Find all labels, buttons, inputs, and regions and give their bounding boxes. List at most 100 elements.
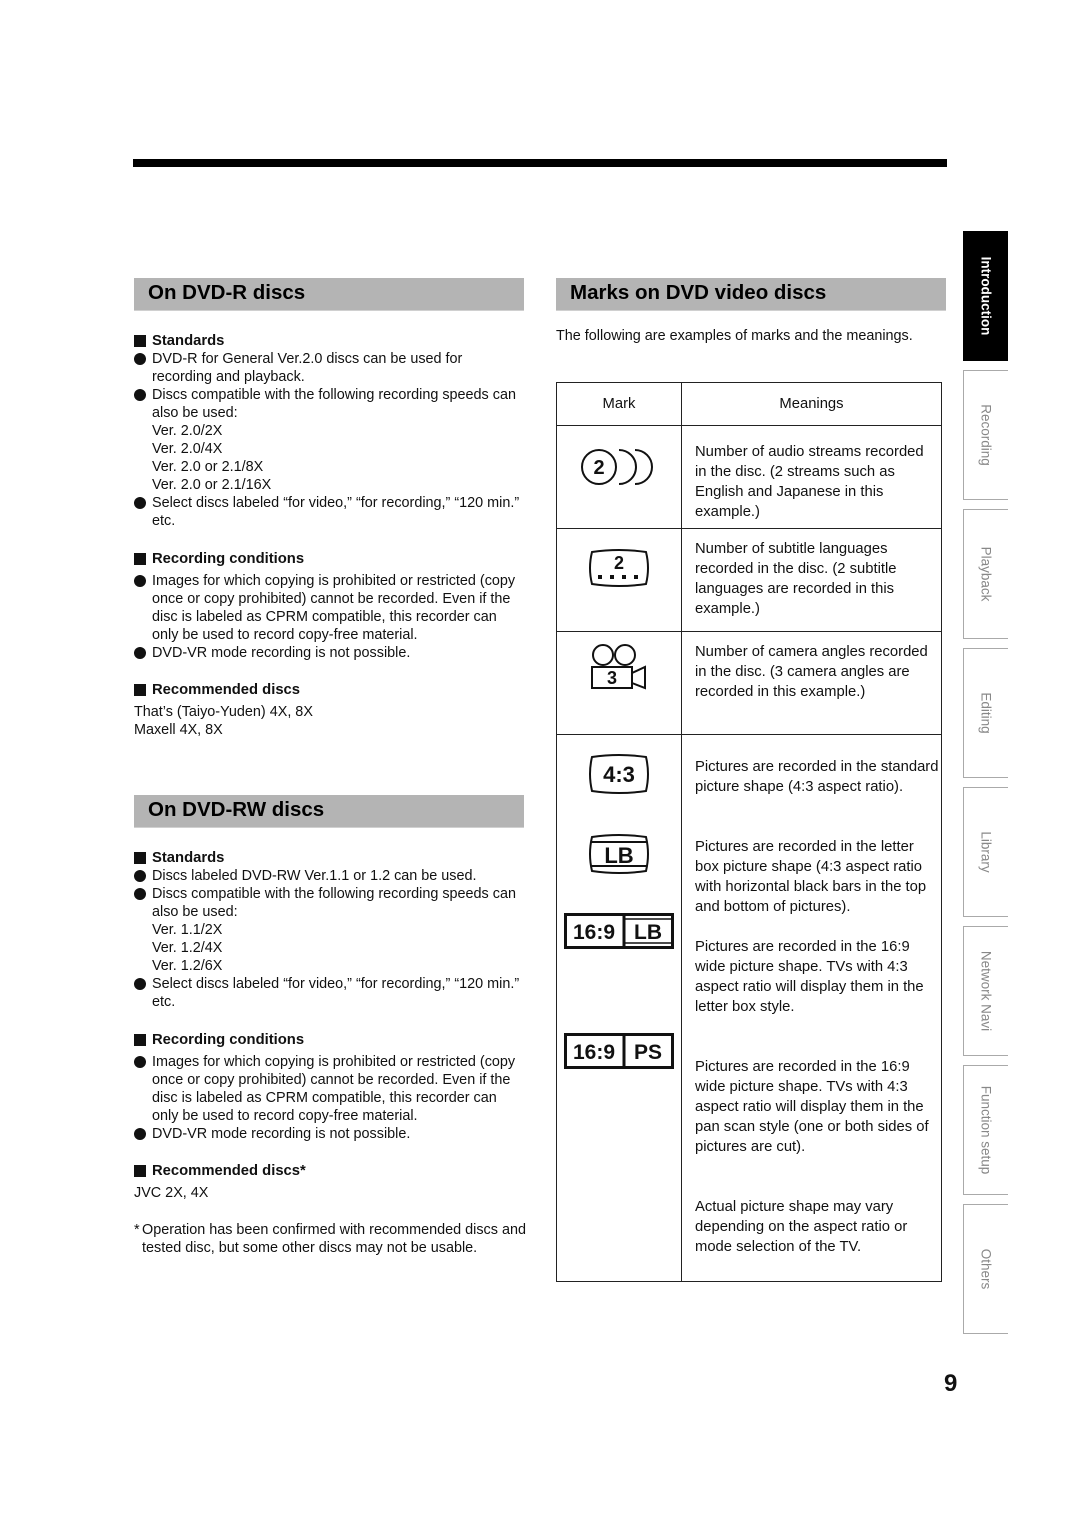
- letterbox-label: LB: [604, 843, 633, 868]
- dvdr-conditions-heading: Recording conditions: [134, 550, 526, 568]
- tab-network-navi[interactable]: Network Navi: [963, 926, 1008, 1056]
- meaning-note: Actual picture shape may vary depending …: [695, 1199, 908, 1255]
- list-item: Images for which copying is prohibited o…: [134, 572, 526, 644]
- table-row: 2 Number of audio streams recorded in th…: [556, 425, 942, 529]
- list-item: DVD-R for General Ver.2.0 discs can be u…: [134, 350, 526, 386]
- dvdrw-conditions-heading: Recording conditions: [134, 1031, 526, 1049]
- speed-item: Ver. 2.0/4X: [152, 441, 223, 457]
- meaning-16-9-lb: Pictures are recorded in the 16:9 wide p…: [695, 939, 924, 1015]
- subtitle-languages-icon: 2: [589, 549, 649, 587]
- speed-item: Ver. 1.2/4X: [152, 940, 223, 956]
- dvdrw-content: Standards Discs labeled DVD-RW Ver.1.1 o…: [134, 849, 526, 1257]
- table-row: 3 Number of camera angles recorded in th…: [556, 631, 942, 735]
- square-bullet-icon: [134, 852, 146, 864]
- dvdr-recommended-heading: Recommended discs: [134, 681, 526, 699]
- table-header-row: Mark Meanings: [556, 382, 942, 426]
- tab-others[interactable]: Others: [963, 1204, 1008, 1334]
- camera-angles-icon: 3: [591, 644, 646, 690]
- list-item: DVD-VR mode recording is not possible.: [134, 644, 526, 662]
- wide-16-9-ps-icon: 16:9 PS: [564, 1033, 674, 1069]
- square-bullet-icon: [134, 1034, 146, 1046]
- wide-lb-label: LB: [634, 921, 662, 944]
- dvdr-content: Standards DVD-R for General Ver.2.0 disc…: [134, 332, 526, 739]
- marks-title: Marks on DVD video discs: [570, 281, 827, 304]
- dvdr-section-header: On DVD-R discs: [134, 278, 524, 311]
- dvdrw-standards-heading: Standards: [134, 849, 526, 867]
- square-bullet-icon: [134, 335, 146, 347]
- camera-angle-count: 3: [607, 668, 617, 688]
- speed-item: Ver. 1.2/6X: [152, 958, 223, 974]
- dvdrw-section-header: On DVD-RW discs: [134, 795, 524, 828]
- table-row-aspect: 4:3 LB 16:9 LB 16:9 PS Pictures are reco…: [556, 734, 942, 1282]
- wide-ps-label: PS: [634, 1041, 662, 1064]
- subtitle-count: 2: [614, 553, 624, 573]
- square-bullet-icon: [134, 1165, 146, 1177]
- bullet-icon: [134, 353, 146, 365]
- header-mark: Mark: [556, 382, 682, 426]
- speed-item: Ver. 2.0 or 2.1/8X: [152, 459, 264, 475]
- tab-function-setup[interactable]: Function setup: [963, 1065, 1008, 1195]
- marks-intro: The following are examples of marks and …: [556, 328, 913, 344]
- meaning-4-3: Pictures are recorded in the standard pi…: [695, 759, 939, 795]
- footnote-text: Operation has been confirmed with recomm…: [142, 1222, 526, 1256]
- square-bullet-icon: [134, 684, 146, 696]
- tab-editing[interactable]: Editing: [963, 648, 1008, 778]
- mark-cell: 3: [556, 631, 682, 735]
- bullet-icon: [134, 1128, 146, 1140]
- footnote-mark: *: [134, 1222, 140, 1238]
- meaning-16-9-ps: Pictures are recorded in the 16:9 wide p…: [695, 1059, 929, 1155]
- dvdrw-title: On DVD-RW discs: [148, 798, 325, 821]
- letterbox-icon: LB: [589, 834, 649, 874]
- bullet-icon: [134, 647, 146, 659]
- meaning-cell: Pictures are recorded in the standard pi…: [681, 734, 942, 1282]
- audio-streams-count: 2: [593, 457, 604, 479]
- list-item: Images for which copying is prohibited o…: [134, 1053, 526, 1125]
- aspect-4-3-icon: 4:3: [589, 754, 649, 794]
- bullet-icon: [134, 888, 146, 900]
- meaning-cell: Number of audio streams recorded in the …: [681, 425, 942, 529]
- bullet-icon: [134, 1056, 146, 1068]
- dvdrw-recommended-heading: Recommended discs*: [134, 1162, 526, 1180]
- list-item: Select discs labeled “for video,” “for r…: [134, 975, 526, 1011]
- tab-recording[interactable]: Recording: [963, 370, 1008, 500]
- meaning-cell: Number of camera angles recorded in the …: [681, 631, 942, 735]
- marks-table: Mark Meanings 2 Number of audio streams …: [556, 382, 942, 1282]
- list-item: Discs compatible with the following reco…: [134, 386, 526, 422]
- meaning-letterbox: Pictures are recorded in the letter box …: [695, 839, 927, 915]
- mark-cell: 2: [556, 425, 682, 529]
- bullet-icon: [134, 870, 146, 882]
- list-item: Discs labeled DVD-RW Ver.1.1 or 1.2 can …: [134, 867, 526, 885]
- speed-item: Ver. 2.0 or 2.1/16X: [152, 477, 272, 493]
- mark-cell: 4:3 LB 16:9 LB 16:9 PS: [556, 734, 682, 1282]
- dvdr-standards-heading: Standards: [134, 332, 526, 350]
- dvdr-title: On DVD-R discs: [148, 281, 306, 304]
- bullet-icon: [134, 978, 146, 990]
- bullet-icon: [134, 389, 146, 401]
- table-row: 2 Number of subtitle languages recorded …: [556, 528, 942, 632]
- bullet-icon: [134, 497, 146, 509]
- tab-introduction[interactable]: Introduction: [963, 231, 1008, 361]
- tab-playback[interactable]: Playback: [963, 509, 1008, 639]
- square-bullet-icon: [134, 553, 146, 565]
- list-item: DVD-VR mode recording is not possible.: [134, 1125, 526, 1143]
- mark-cell: 2: [556, 528, 682, 632]
- top-rule: [133, 159, 947, 167]
- meaning-cell: Number of subtitle languages recorded in…: [681, 528, 942, 632]
- marks-section-header: Marks on DVD video discs: [556, 278, 946, 311]
- recommended-line: Maxell 4X, 8X: [134, 722, 223, 738]
- speed-item: Ver. 1.1/2X: [152, 922, 223, 938]
- wide-16-9-label: 16:9: [573, 1041, 615, 1064]
- aspect-4-3-label: 4:3: [603, 762, 635, 787]
- recommended-line: That’s (Taiyo-Yuden) 4X, 8X: [134, 704, 313, 720]
- tab-library[interactable]: Library: [963, 787, 1008, 917]
- list-item: Discs compatible with the following reco…: [134, 885, 526, 921]
- wide-16-9-lb-icon: 16:9 LB: [564, 913, 674, 949]
- speed-item: Ver. 2.0/2X: [152, 423, 223, 439]
- wide-16-9-label: 16:9: [573, 921, 615, 944]
- footnote: * Operation has been confirmed with reco…: [134, 1221, 526, 1257]
- header-meanings: Meanings: [681, 382, 942, 426]
- list-item: Select discs labeled “for video,” “for r…: [134, 494, 526, 530]
- bullet-icon: [134, 575, 146, 587]
- audio-streams-icon: 2: [581, 449, 653, 485]
- page-number: 9: [944, 1370, 958, 1397]
